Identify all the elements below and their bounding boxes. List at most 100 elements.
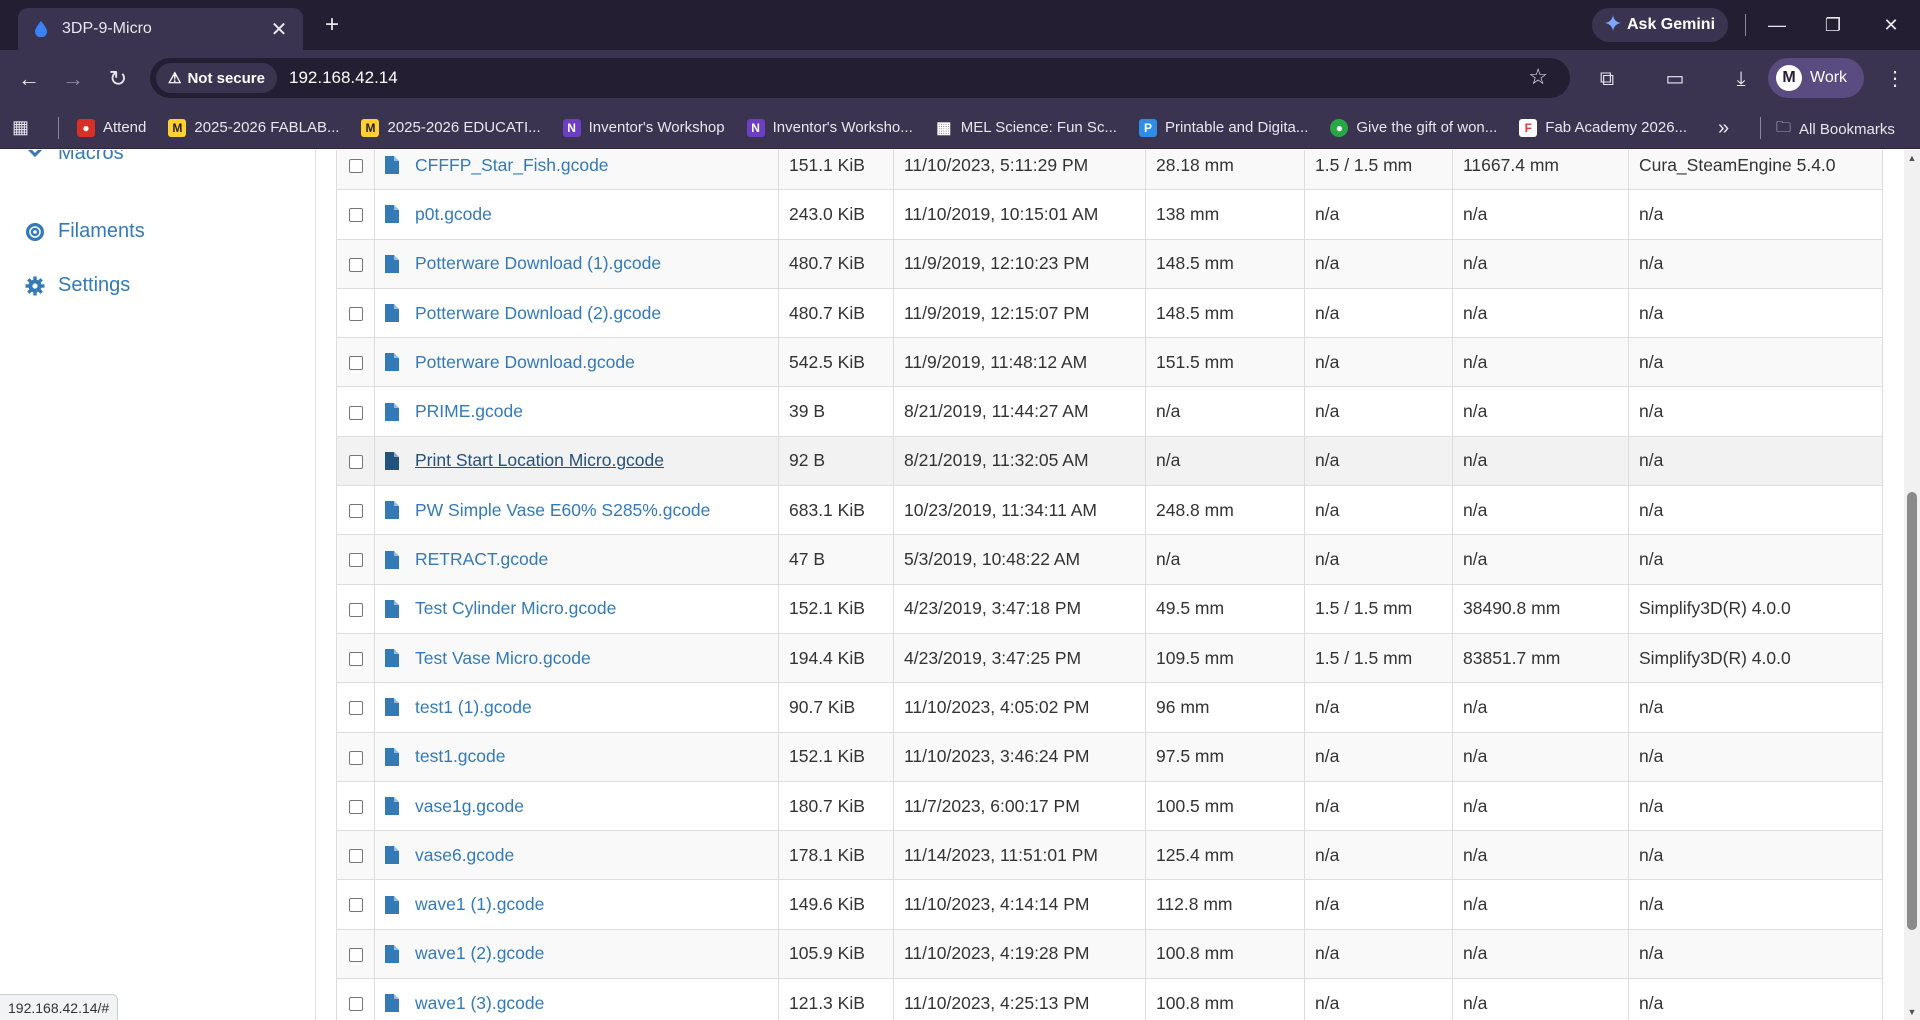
bookmark-item[interactable]: N Inventor's Workshop: [562, 118, 725, 137]
bookmark-item[interactable]: P Printable and Digita...: [1138, 118, 1308, 137]
file-link[interactable]: Test Cylinder Micro.gcode: [415, 598, 616, 619]
row-checkbox[interactable]: [348, 504, 363, 519]
file-icon: [385, 599, 399, 618]
file-link[interactable]: p0t.gcode: [415, 204, 492, 225]
browser-tab[interactable]: 3DP-9-Micro ✕: [18, 8, 303, 50]
row-checkbox[interactable]: [348, 997, 363, 1012]
tab-title: 3DP-9-Micro: [62, 20, 152, 37]
table-row[interactable]: wave1 (1).gcode 149.6 KiB 11/10/2023, 4:14…: [336, 879, 1883, 930]
all-bookmarks-button[interactable]: 🗀 All Bookmarks: [1776, 117, 1895, 142]
url-text[interactable]: 192.168.42.14: [289, 68, 398, 88]
menu-kebab-icon[interactable]: ⋮: [1880, 64, 1910, 94]
file-link[interactable]: Potterware Download (1).gcode: [415, 253, 661, 274]
table-row[interactable]: vase6.gcode 178.1 KiB 11/14/2023, 11:51:01…: [336, 830, 1883, 881]
table-row[interactable]: wave1 (3).gcode 121.3 KiB 11/10/2023, 4:25…: [336, 978, 1883, 1020]
apps-grid-icon[interactable]: ▦: [12, 117, 36, 138]
table-row[interactable]: Potterware Download.gcode 542.5 KiB 11/9/2…: [336, 337, 1883, 388]
row-checkbox[interactable]: [348, 257, 363, 272]
security-chip[interactable]: ⚠ Not secure: [156, 63, 277, 93]
row-checkbox[interactable]: [348, 947, 363, 962]
table-row[interactable]: CFFFP_Star_Fish.gcode 151.1 KiB 11/10/2023…: [336, 150, 1883, 191]
row-checkbox[interactable]: [348, 750, 363, 765]
table-row[interactable]: test1.gcode 152.1 KiB 11/10/2023, 3:46:24 …: [336, 731, 1883, 782]
bookmark-star-icon[interactable]: ☆: [1528, 64, 1548, 90]
cast-icon[interactable]: ▭: [1660, 64, 1690, 94]
bookmark-item[interactable]: N Inventor's Worksho...: [746, 118, 913, 137]
last-modified: 11/10/2023, 5:11:29 PM: [893, 150, 1146, 191]
sidebar-item-filaments[interactable]: Filaments: [24, 220, 145, 243]
table-row[interactable]: Test Vase Micro.gcode 194.4 KiB 4/23/2019,…: [336, 632, 1883, 684]
table-row[interactable]: Potterware Download (1).gcode 480.7 KiB 11…: [336, 238, 1883, 289]
row-checkbox[interactable]: [348, 208, 363, 223]
bookmark-item[interactable]: M 2025-2026 FABLAB...: [168, 118, 339, 137]
bookmark-item[interactable]: ▦ MEL Science: Fun Sc...: [935, 119, 1117, 137]
close-window-icon[interactable]: ✕: [1876, 10, 1906, 40]
restore-icon[interactable]: ❐: [1818, 10, 1848, 40]
scroll-up-icon[interactable]: ▲: [1904, 150, 1920, 166]
file-name-cell: wave1 (3).gcode: [374, 978, 779, 1020]
back-icon[interactable]: ←: [14, 64, 44, 94]
file-link[interactable]: Print Start Location Micro.gcode: [415, 450, 664, 471]
file-link[interactable]: wave1 (3).gcode: [415, 993, 544, 1014]
file-link[interactable]: PW Simple Vase E60% S285%.gcode: [415, 500, 710, 521]
table-row[interactable]: test1 (1).gcode 90.7 KiB 11/10/2023, 4:05:…: [336, 682, 1883, 733]
ask-gemini-button[interactable]: Ask Gemini: [1592, 8, 1728, 42]
row-checkbox[interactable]: [348, 306, 363, 321]
table-row[interactable]: PW Simple Vase E60% S285%.gcode 683.1 KiB…: [336, 485, 1883, 536]
close-tab-icon[interactable]: ✕: [269, 17, 289, 42]
forward-icon[interactable]: →: [58, 64, 88, 94]
row-checkbox[interactable]: [348, 356, 363, 371]
file-link[interactable]: test1 (1).gcode: [415, 697, 532, 718]
file-link[interactable]: test1.gcode: [415, 746, 505, 767]
table-row[interactable]: p0t.gcode 243.0 KiB 11/10/2019, 10:15:01 A…: [336, 189, 1883, 240]
table-row[interactable]: RETRACT.gcode 47 B 5/3/2019, 10:48:22 AM n/…: [336, 534, 1883, 585]
file-link[interactable]: wave1 (1).gcode: [415, 894, 544, 915]
scrollbar-thumb[interactable]: [1907, 492, 1917, 930]
file-link[interactable]: Potterware Download.gcode: [415, 352, 635, 373]
scroll-down-icon[interactable]: ▼: [1904, 1004, 1920, 1020]
row-checkbox[interactable]: [348, 898, 363, 913]
file-link[interactable]: wave1 (2).gcode: [415, 943, 544, 964]
scrollbar[interactable]: ▲ ▼: [1904, 150, 1920, 1020]
row-checkbox[interactable]: [348, 849, 363, 864]
reload-icon[interactable]: ↻: [103, 64, 133, 94]
file-link[interactable]: PRIME.gcode: [415, 401, 523, 422]
profile-button[interactable]: M Work: [1768, 58, 1864, 98]
address-bar[interactable]: ⚠ Not secure 192.168.42.14 ☆: [150, 58, 1570, 98]
bookmark-item[interactable]: F Fab Academy 2026...: [1519, 118, 1687, 137]
new-tab-button[interactable]: +: [318, 12, 346, 40]
file-link[interactable]: vase6.gcode: [415, 845, 514, 866]
sidebar-item-macros[interactable]: Macros: [24, 150, 124, 165]
file-icon: [385, 254, 399, 273]
bookmark-item[interactable]: M 2025-2026 EDUCATI...: [361, 118, 541, 137]
file-link[interactable]: Test Vase Micro.gcode: [415, 648, 591, 669]
row-checkbox[interactable]: [348, 405, 363, 420]
row-checkbox[interactable]: [348, 651, 363, 666]
bookmark-item[interactable]: ● Give the gift of won...: [1330, 118, 1497, 137]
file-link[interactable]: CFFFP_Star_Fish.gcode: [415, 155, 609, 176]
table-row[interactable]: Print Start Location Micro.gcode 92 B 8/21…: [336, 435, 1883, 487]
file-name-cell: Potterware Download (2).gcode: [374, 287, 779, 339]
table-row[interactable]: PRIME.gcode 39 B 8/21/2019, 11:44:27 AM n/a…: [336, 386, 1883, 437]
row-checkbox[interactable]: [348, 701, 363, 716]
divider: [58, 116, 59, 139]
bookmark-item[interactable]: ● Attend: [77, 118, 146, 137]
sidebar-item-settings[interactable]: Settings: [24, 274, 130, 297]
table-row[interactable]: Potterware Download (2).gcode 480.7 KiB 11…: [336, 287, 1883, 339]
file-link[interactable]: vase1g.gcode: [415, 796, 524, 817]
row-checkbox[interactable]: [348, 602, 363, 617]
row-checkbox[interactable]: [348, 553, 363, 568]
table-row[interactable]: vase1g.gcode 180.7 KiB 11/7/2023, 6:00:17 …: [336, 780, 1883, 832]
row-checkbox[interactable]: [348, 454, 363, 469]
file-link[interactable]: RETRACT.gcode: [415, 549, 548, 570]
file-icon: [385, 156, 399, 175]
table-row[interactable]: Test Cylinder Micro.gcode 152.1 KiB 4/23/2…: [336, 583, 1883, 634]
minimize-icon[interactable]: —: [1762, 10, 1792, 40]
row-checkbox[interactable]: [348, 799, 363, 814]
file-link[interactable]: Potterware Download (2).gcode: [415, 303, 661, 324]
row-checkbox[interactable]: [348, 159, 363, 174]
table-row[interactable]: wave1 (2).gcode 105.9 KiB 11/10/2023, 4:19…: [336, 928, 1883, 980]
more-bookmarks-icon[interactable]: »: [1718, 117, 1729, 140]
extensions-icon[interactable]: ⧉: [1592, 64, 1622, 94]
download-icon[interactable]: ⤓: [1726, 64, 1756, 94]
